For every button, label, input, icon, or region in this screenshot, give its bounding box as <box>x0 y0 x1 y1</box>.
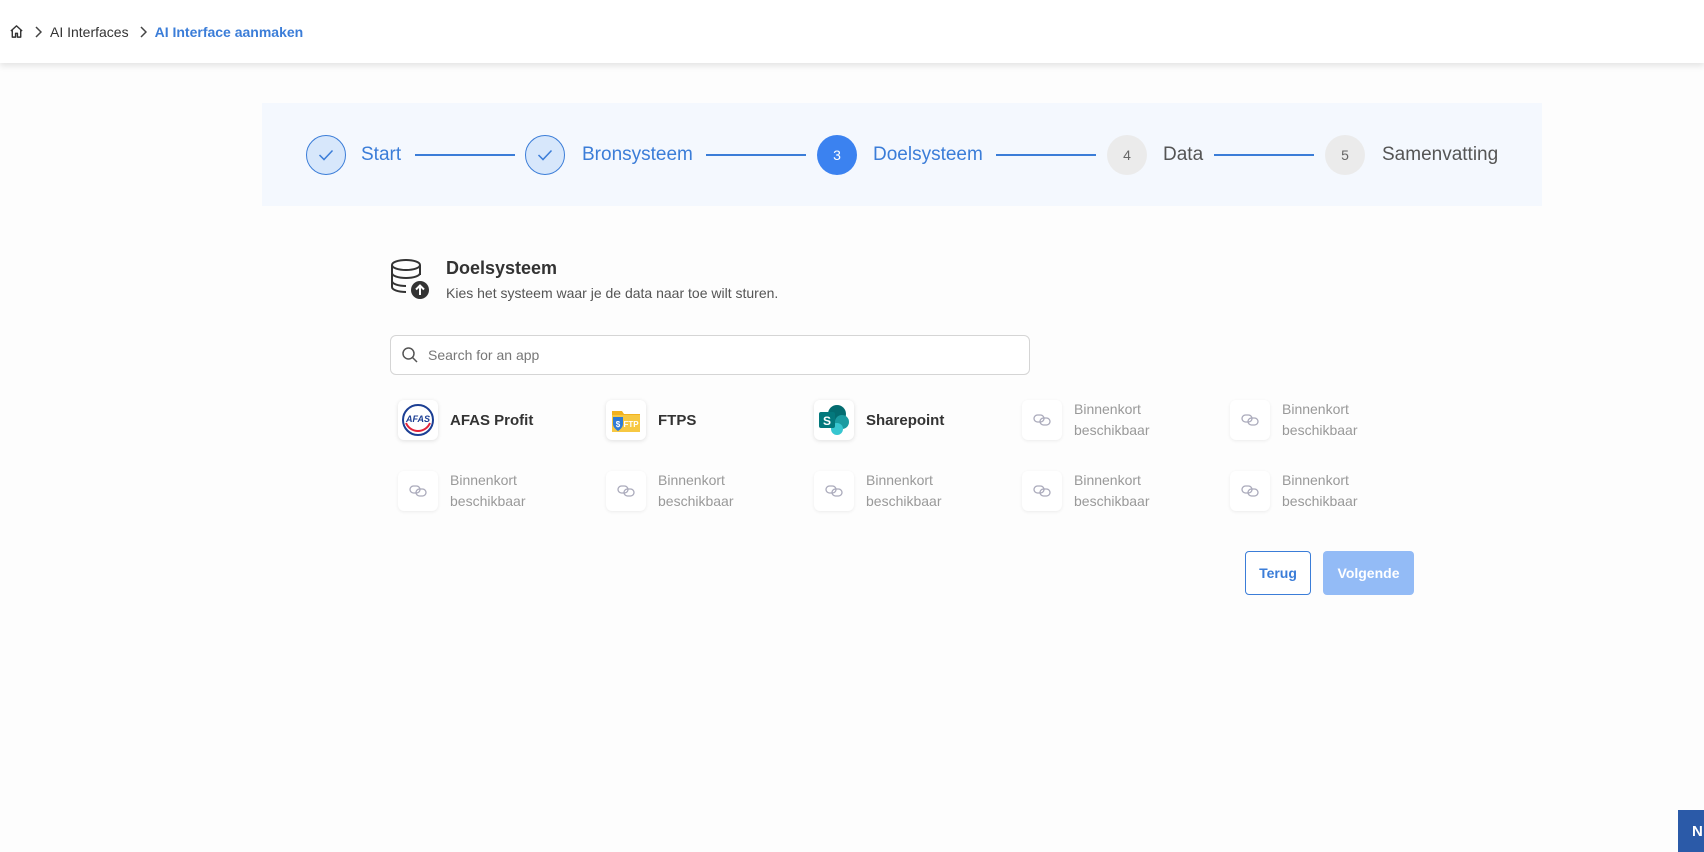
step-connector <box>1214 154 1314 156</box>
link-icon <box>1230 471 1270 511</box>
link-icon <box>398 471 438 511</box>
svg-text:$: $ <box>616 420 621 429</box>
app-name: Binnenkort beschikbaar <box>450 472 526 509</box>
step-label-doelsysteem: Doelsysteem <box>873 144 983 165</box>
app-tile-ftps[interactable]: FTP $ FTPS <box>598 395 788 445</box>
sharepoint-logo: S <box>814 400 854 440</box>
section-subtitle: Kies het systeem waar je de data naar to… <box>446 285 779 301</box>
app-name: AFAS Profit <box>450 411 534 429</box>
step-1-check-icon <box>306 135 346 175</box>
app-tile-coming-soon: Binnenkort beschikbaar <box>806 466 996 516</box>
step-4-number: 4 <box>1107 135 1147 175</box>
chevron-right-icon <box>34 25 42 38</box>
corner-widget[interactable]: N <box>1678 810 1704 852</box>
step-label-start: Start <box>361 144 402 165</box>
database-upload-icon <box>390 258 430 300</box>
step-label-samenvatting: Samenvatting <box>1382 144 1499 165</box>
app-tile-coming-soon: Binnenkort beschikbaar <box>390 466 580 516</box>
chevron-right-icon <box>139 25 147 38</box>
app-name: Binnenkort beschikbaar <box>1074 401 1150 438</box>
afas-logo: AFAS <box>398 400 438 440</box>
app-name: FTPS <box>658 411 697 429</box>
step-5-number: 5 <box>1325 135 1365 175</box>
app-name: Binnenkort beschikbaar <box>1282 472 1358 509</box>
link-icon <box>814 471 854 511</box>
svg-text:S: S <box>823 414 831 428</box>
step-label-bronsysteem: Bronsysteem <box>582 144 693 165</box>
step-label-data: Data <box>1163 144 1204 165</box>
link-icon <box>1022 400 1062 440</box>
app-tile-coming-soon: Binnenkort beschikbaar <box>1014 395 1204 445</box>
breadcrumb: AI Interfaces AI Interface aanmaken <box>9 24 303 40</box>
breadcrumb-current: AI Interface aanmaken <box>154 23 304 40</box>
svg-text:FTP: FTP <box>623 420 639 429</box>
breadcrumb-ai-interfaces[interactable]: AI Interfaces <box>50 24 129 40</box>
app-name: Sharepoint <box>866 411 945 429</box>
app-tile-coming-soon: Binnenkort beschikbaar <box>598 466 788 516</box>
stepper: Start Bronsysteem 3 Doelsysteem 4 Data 5… <box>262 103 1542 206</box>
app-tile-coming-soon: Binnenkort beschikbaar <box>1014 466 1204 516</box>
step-3-number: 3 <box>817 135 857 175</box>
app-name: Binnenkort beschikbaar <box>658 472 734 509</box>
top-bar: AI Interfaces AI Interface aanmaken <box>0 0 1704 63</box>
step-2-check-icon <box>525 135 565 175</box>
search-icon <box>402 347 418 363</box>
app-name: Binnenkort beschikbaar <box>1282 401 1358 438</box>
link-icon <box>1022 471 1062 511</box>
ftp-logo: FTP $ <box>606 400 646 440</box>
step-connector <box>996 154 1096 156</box>
app-name: Binnenkort beschikbaar <box>866 472 942 509</box>
next-button[interactable]: Volgende <box>1323 551 1414 595</box>
svg-text:AFAS: AFAS <box>405 414 430 424</box>
app-tile-sharepoint[interactable]: S Sharepoint <box>806 395 996 445</box>
home-icon[interactable] <box>9 24 24 39</box>
app-tile-afas-profit[interactable]: AFAS AFAS Profit <box>390 395 580 445</box>
search-box[interactable] <box>390 335 1030 375</box>
step-connector <box>706 154 806 156</box>
app-tile-coming-soon: Binnenkort beschikbaar <box>1222 395 1412 445</box>
link-icon <box>606 471 646 511</box>
search-input[interactable] <box>428 347 1008 363</box>
app-tile-coming-soon: Binnenkort beschikbaar <box>1222 466 1412 516</box>
section-title: Doelsysteem <box>446 258 558 278</box>
back-button[interactable]: Terug <box>1245 551 1311 595</box>
link-icon <box>1230 400 1270 440</box>
app-name: Binnenkort beschikbaar <box>1074 472 1150 509</box>
step-connector <box>415 154 515 156</box>
